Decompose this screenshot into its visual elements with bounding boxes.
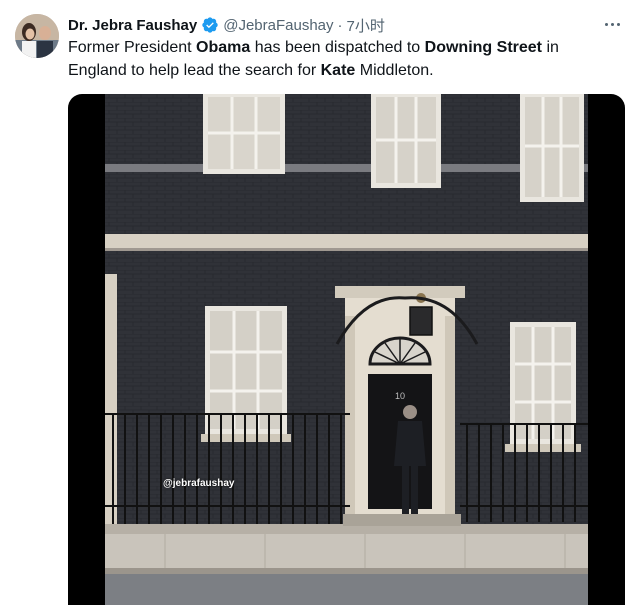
tweet-text-bold: Downing Street [424,39,542,56]
author-handle[interactable]: @JebraFaushay [223,17,333,34]
separator-dot: · [337,16,343,34]
profile-photo-avatar [15,14,59,58]
downing-street-photo: 10 [105,94,588,605]
tweet-text-part: Former President [68,39,197,56]
tweet-text: Former President Obama has been dispatch… [68,36,613,82]
tweet-timestamp[interactable]: 7小时 [347,15,385,36]
tweet-text-part: Middleton. [355,62,434,79]
more-options-icon[interactable] [600,14,624,34]
tweet-text-part: has been dispatched to [250,39,425,56]
tweet-header: Dr. Jebra Faushay @JebraFaushay · 7小时 [68,14,600,36]
door-number: 10 [395,391,405,401]
tweet-video[interactable]: 10 @jebrafaushay [68,94,625,605]
tweet-text-bold: Obama [196,39,251,56]
verified-badge-icon [202,17,218,33]
video-watermark: @jebrafaushay [163,478,235,489]
author-avatar[interactable] [15,14,59,58]
tweet-text-bold: Kate [320,62,356,79]
author-name[interactable]: Dr. Jebra Faushay [68,17,197,34]
